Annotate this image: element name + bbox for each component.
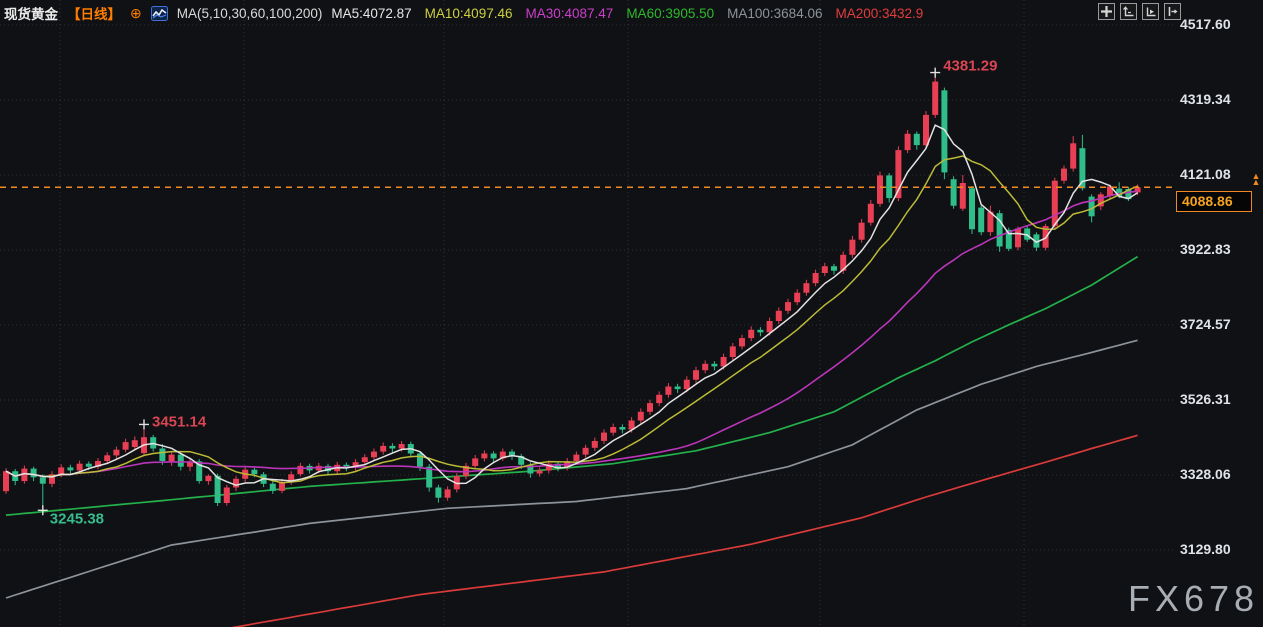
line-chart-logo-icon[interactable] — [151, 6, 168, 21]
goto-latest-icon[interactable] — [1164, 3, 1181, 20]
ma-value: MA10:4097.46 — [425, 6, 513, 21]
chart-toolbar — [1098, 3, 1181, 20]
ma-value: MA60:3905.50 — [626, 6, 714, 21]
axis-price-label: 4517.60 — [1180, 16, 1231, 32]
ma-value: MA30:4087.47 — [525, 6, 613, 21]
axis-price-label: 4121.08 — [1180, 166, 1231, 182]
axis-price-label: 3129.80 — [1180, 541, 1231, 557]
price-scale-icon[interactable] — [1120, 3, 1137, 20]
axis-price-label: 3922.83 — [1180, 241, 1231, 257]
axis-price-label: 3526.31 — [1180, 391, 1231, 407]
time-scale-icon[interactable] — [1142, 3, 1159, 20]
circle-plus-icon[interactable]: ⊕ — [130, 6, 142, 20]
chart-header: 现货黄金 【日线】 ⊕ MA(5,10,30,60,100,200) MA5:4… — [4, 3, 923, 23]
ma-line-MA60 — [6, 257, 1138, 515]
ma-line-MA100 — [6, 340, 1138, 598]
timeframe-label[interactable]: 【日线】 — [67, 3, 121, 23]
ma-values-list: MA5:4072.87 MA10:4097.46 MA30:4087.47 MA60:… — [331, 6, 923, 21]
ma-value: MA200:3432.9 — [835, 6, 923, 21]
ma-value: MA5:4072.87 — [331, 6, 411, 21]
price-annotation: 3245.38 — [50, 510, 104, 527]
price-up-arrows-icon: ▲▲ — [1251, 173, 1261, 185]
extreme-cross-marker — [38, 505, 48, 515]
candlestick-chart[interactable]: 3245.38 3451.14 4381.29 — [0, 0, 1263, 627]
price-annotation: 4381.29 — [943, 58, 997, 75]
price-annotation: 3451.14 — [152, 413, 207, 430]
extreme-cross-marker — [930, 68, 940, 78]
axis-price-label: 4319.34 — [1180, 91, 1231, 107]
ma-line-MA5 — [6, 125, 1138, 485]
axis-price-label: 3724.57 — [1180, 316, 1231, 332]
last-price-tag: 4088.86 — [1176, 191, 1252, 212]
ma-line-MA200 — [227, 435, 1138, 627]
chart-window: 3245.38 3451.14 4381.29 现货黄金 【日线】 ⊕ MA(5,1… — [0, 0, 1263, 627]
price-axis[interactable]: 4517.60 4319.34 4121.08 3922.83 3724.57 3526.… — [1180, 0, 1263, 627]
ma-line-MA10 — [6, 156, 1138, 483]
ma-value: MA100:3684.06 — [727, 6, 822, 21]
instrument-title: 现货黄金 — [4, 3, 58, 23]
watermark: FX678 — [1128, 578, 1259, 620]
ma-settings-label[interactable]: MA(5,10,30,60,100,200) — [177, 6, 323, 21]
extreme-cross-marker — [139, 419, 149, 429]
crosshair-pan-icon[interactable] — [1098, 3, 1115, 20]
ma-line-MA30 — [6, 191, 1138, 476]
axis-price-label: 3328.06 — [1180, 466, 1231, 482]
last-price-value: 4088.86 — [1182, 193, 1233, 209]
